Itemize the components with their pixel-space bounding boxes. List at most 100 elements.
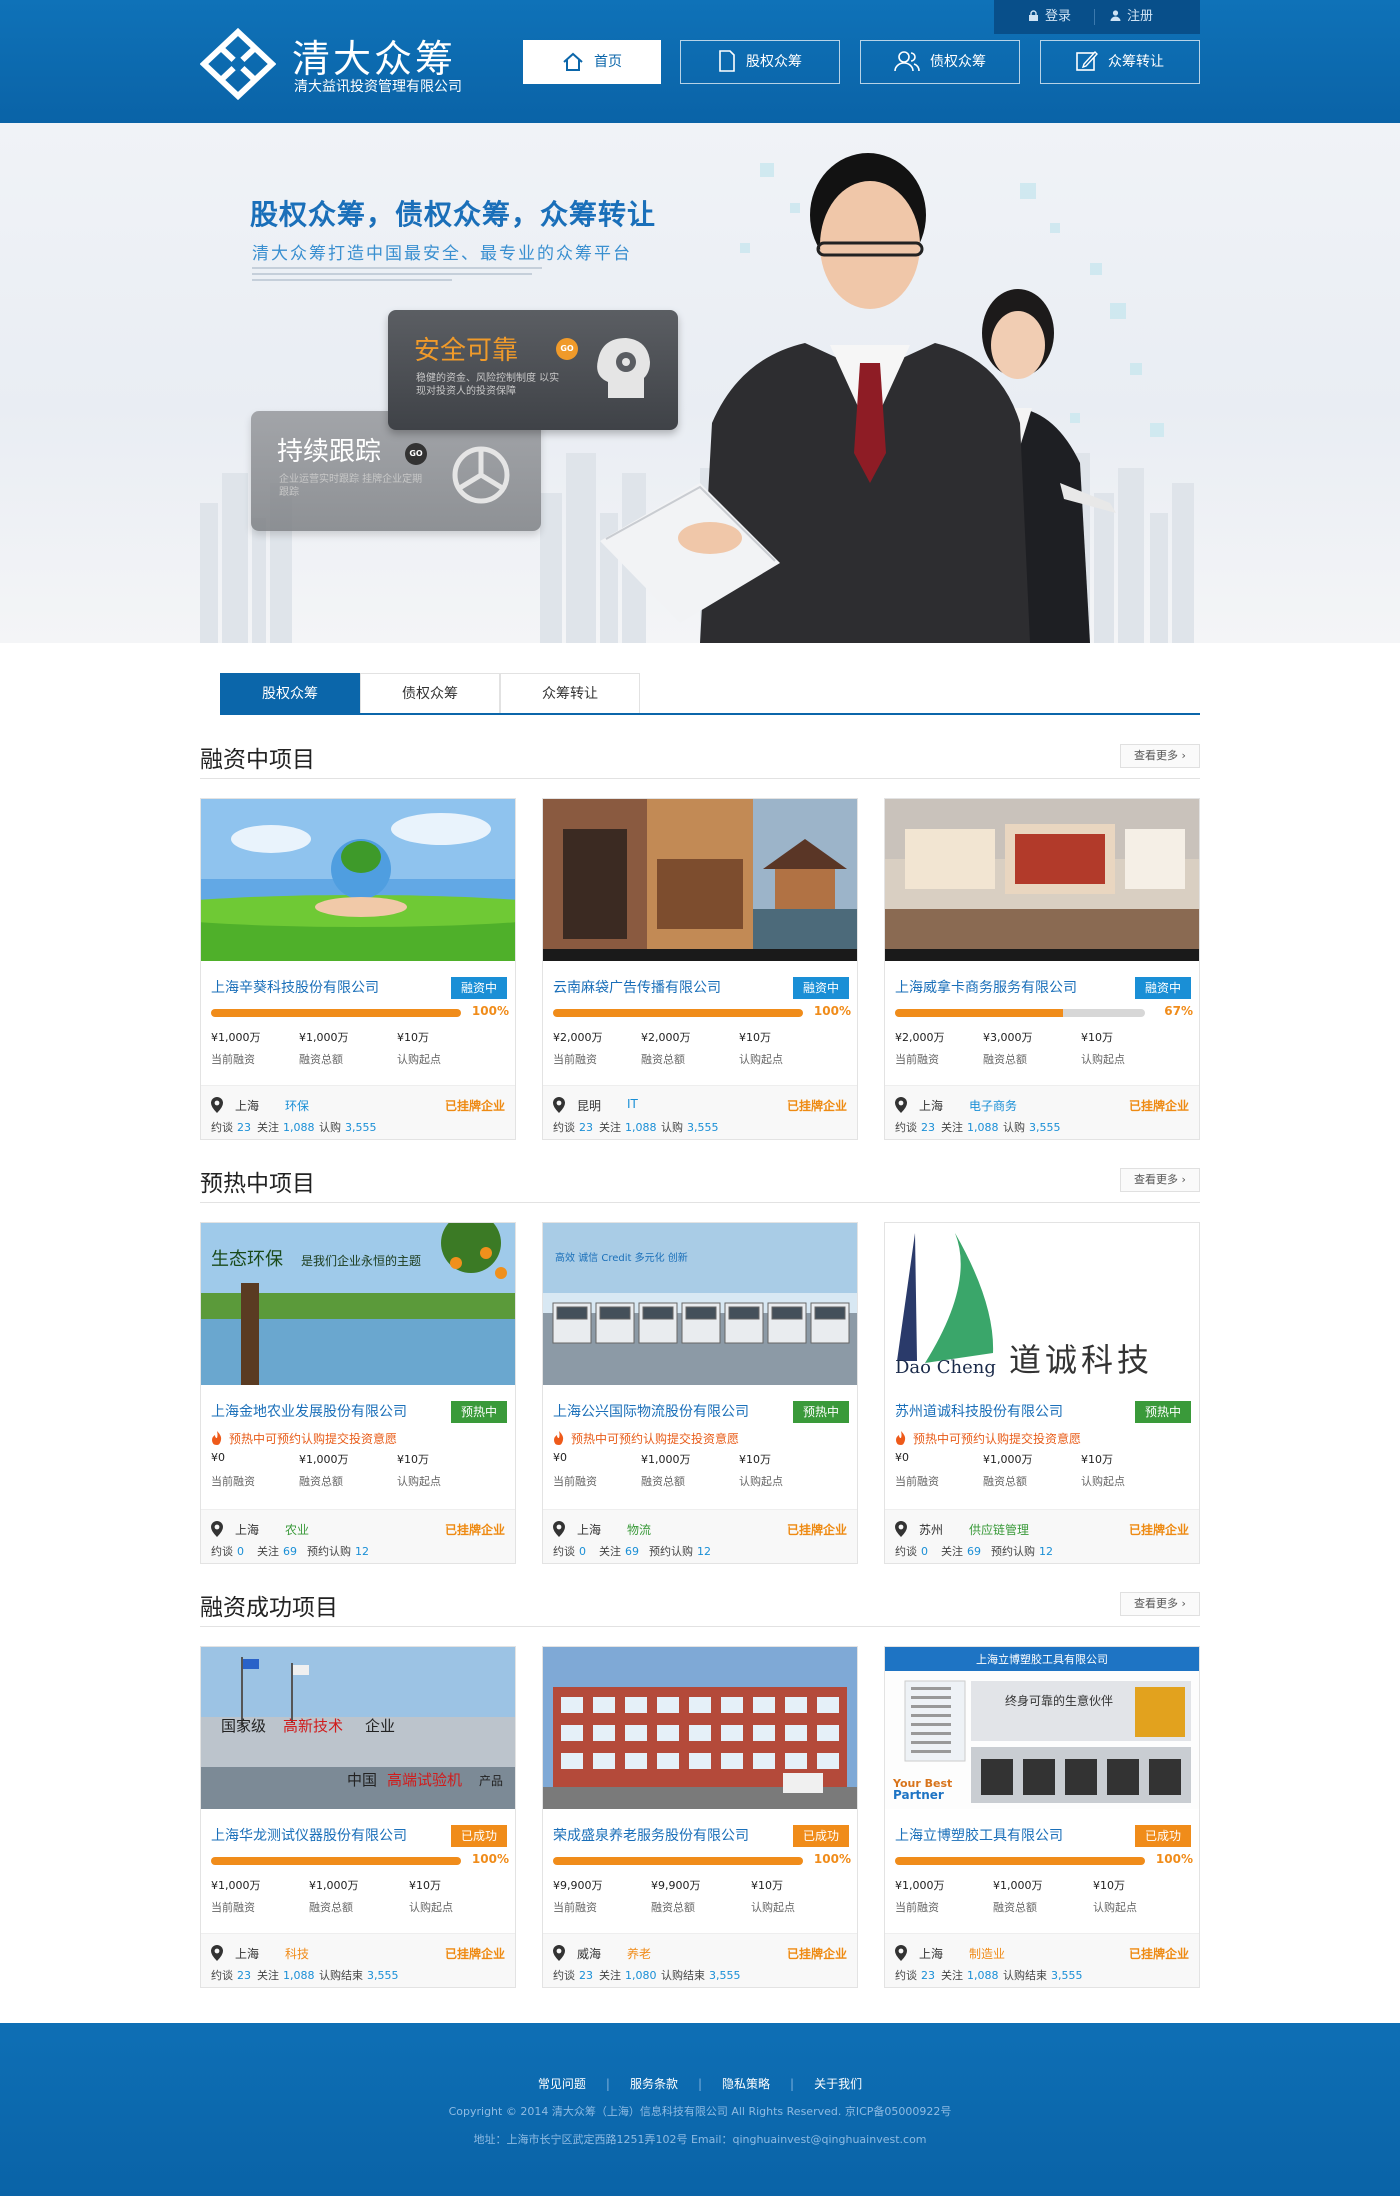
stat-value: ¥10万 <box>397 1031 429 1044</box>
project-image[interactable] <box>201 799 515 961</box>
go-button[interactable]: GO <box>556 338 578 360</box>
location-pin-icon <box>211 1097 223 1113</box>
project-footer: 上海 物流 已挂牌企业 约谈 0 关注 69 预约认购 12 <box>543 1509 857 1563</box>
listed-company-label: 已挂牌企业 <box>1128 1523 1189 1537</box>
user-icon <box>1110 10 1121 21</box>
stat-label: 当前融资 <box>211 1901 255 1914</box>
logo[interactable]: 清大众筹 清大益讯投资管理有限公司 <box>200 28 500 100</box>
login-link[interactable]: 登录 <box>1028 0 1071 34</box>
go-button[interactable]: GO <box>405 443 427 465</box>
project-industry[interactable]: 制造业 <box>969 1945 1005 1962</box>
tab-debt[interactable]: 债权众筹 <box>360 673 500 713</box>
register-link[interactable]: 注册 <box>1110 0 1153 34</box>
project-image[interactable]: Dao Cheng 道诚科技 <box>885 1223 1199 1385</box>
stat-value: ¥0 <box>553 1451 567 1464</box>
project-image-grass <box>201 799 515 961</box>
tab-transfer[interactable]: 众筹转让 <box>500 673 640 713</box>
stat-label: 当前融资 <box>553 1053 597 1066</box>
stat-value: ¥10万 <box>1081 1031 1113 1044</box>
project-image[interactable] <box>543 1647 857 1809</box>
stat-label: 认购起点 <box>1081 1053 1125 1066</box>
project-card[interactable]: 高效 诚信 Credit 多元化 创新 上海公兴国际物流股份有限公司 预热中 预热中可… <box>542 1222 858 1564</box>
engagement-count: 3,555 <box>687 1121 719 1134</box>
nav-equity[interactable]: 股权众筹 <box>680 40 840 84</box>
project-name[interactable]: 上海金地农业发展股份有限公司 <box>211 1401 431 1421</box>
stat-value: ¥1,000万 <box>993 1879 1043 1892</box>
stat-label: 当前融资 <box>553 1475 597 1488</box>
more-button-success[interactable]: 查看更多 › <box>1120 1592 1200 1616</box>
progress-percent: 100% <box>813 1004 851 1018</box>
project-industry[interactable]: 养老 <box>627 1945 651 1962</box>
engagement-label: 约谈 <box>553 1969 575 1982</box>
project-industry[interactable]: 物流 <box>627 1521 651 1538</box>
stat-value: ¥1,000万 <box>641 1453 691 1466</box>
engagement-stat: 约谈 0 <box>553 1543 586 1559</box>
project-image-building <box>543 1647 857 1809</box>
project-image[interactable]: 生态环保 是我们企业永恒的主题 <box>201 1223 515 1385</box>
footer-link-about[interactable]: 关于我们 <box>814 2075 862 2092</box>
stat-value: ¥10万 <box>1081 1453 1113 1466</box>
project-image[interactable] <box>885 799 1199 961</box>
project-image[interactable] <box>543 799 857 961</box>
project-industry[interactable]: 环保 <box>285 1097 309 1114</box>
project-industry[interactable]: IT <box>627 1097 638 1111</box>
project-image[interactable]: 上海立博塑胶工具有限公司 终身可靠的生意伙伴 Your Best Partner <box>885 1647 1199 1809</box>
tab-equity[interactable]: 股权众筹 <box>220 673 360 713</box>
engagement-count: 23 <box>921 1969 935 1982</box>
section-title-preheating: 预热中项目 <box>200 1171 315 1197</box>
more-button-preheating[interactable]: 查看更多 › <box>1120 1168 1200 1192</box>
footer-separator: | <box>697 2077 703 2091</box>
project-name[interactable]: 云南麻袋广告传播有限公司 <box>553 977 773 997</box>
project-image-trucks: 高效 诚信 Credit 多元化 创新 <box>543 1223 857 1385</box>
nav-debt[interactable]: 债权众筹 <box>860 40 1020 84</box>
stat-label: 认购起点 <box>1093 1901 1137 1914</box>
location-pin-icon <box>553 1945 565 1961</box>
more-button-financing[interactable]: 查看更多 › <box>1120 744 1200 768</box>
engagement-count: 0 <box>237 1545 244 1558</box>
engagement-label: 关注 <box>941 1121 963 1134</box>
stat-label: 当前融资 <box>895 1901 939 1914</box>
feature-card-safety[interactable]: 安全可靠 稳健的资金、风险控制制度 以实现对投资人的投资保障 GO <box>388 310 678 430</box>
project-industry[interactable]: 供应链管理 <box>969 1521 1029 1538</box>
project-name[interactable]: 上海威拿卡商务服务有限公司 <box>895 977 1115 997</box>
project-industry[interactable]: 农业 <box>285 1521 309 1538</box>
project-image[interactable]: 高效 诚信 Credit 多元化 创新 <box>543 1223 857 1385</box>
project-name[interactable]: 上海华龙测试仪器股份有限公司 <box>211 1825 431 1845</box>
project-name[interactable]: 上海立博塑胶工具有限公司 <box>895 1825 1115 1845</box>
project-name[interactable]: 苏州道诚科技股份有限公司 <box>895 1401 1115 1421</box>
flame-icon <box>554 1431 564 1445</box>
project-card[interactable]: 上海立博塑胶工具有限公司 终身可靠的生意伙伴 Your Best Partner… <box>884 1646 1200 1988</box>
engagement-label: 约谈 <box>895 1121 917 1134</box>
project-card[interactable]: 生态环保 是我们企业永恒的主题 上海金地农业发展股份有限公司 预热中 预热中可预约认购… <box>200 1222 516 1564</box>
project-image[interactable]: 国家级 高新技术 企业 中国 高端试验机 产品 <box>201 1647 515 1809</box>
project-card[interactable]: 国家级 高新技术 企业 中国 高端试验机 产品 上海华龙测试仪器股份有限公司 已成功… <box>200 1646 516 1988</box>
project-name[interactable]: 上海公兴国际物流股份有限公司 <box>553 1401 773 1421</box>
footer-link-terms[interactable]: 服务条款 <box>630 2075 678 2092</box>
project-name[interactable]: 上海辛葵科技股份有限公司 <box>211 977 431 997</box>
engagement-stat: 关注 69 <box>941 1543 981 1559</box>
nav-home[interactable]: 首页 <box>523 40 661 84</box>
location-pin-icon <box>895 1521 907 1537</box>
project-card[interactable]: Dao Cheng 道诚科技 苏州道诚科技股份有限公司 预热中 预热中可预约认购提交投… <box>884 1222 1200 1564</box>
footer-link-privacy[interactable]: 隐私策略 <box>722 2075 770 2092</box>
project-footer: 上海 环保 已挂牌企业 约谈 23 关注 1,088 认购 3,555 <box>201 1085 515 1139</box>
project-card[interactable]: 云南麻袋广告传播有限公司 融资中 100% ¥2,000万 当前融资 ¥2,000万 融资总… <box>542 798 858 1140</box>
nav-transfer[interactable]: 众筹转让 <box>1040 40 1200 84</box>
logo-subtitle: 清大益讯投资管理有限公司 <box>294 79 462 95</box>
project-footer: 上海 制造业 已挂牌企业 约谈 23 关注 1,088 认购结束 3,555 <box>885 1933 1199 1987</box>
feature-card-safety-text: 稳健的资金、风险控制制度 以实现对投资人的投资保障 <box>416 373 560 397</box>
svg-text:国家级: 国家级 <box>221 1717 266 1735</box>
progress-bar <box>553 1009 803 1017</box>
project-industry[interactable]: 电子商务 <box>969 1097 1017 1114</box>
project-card[interactable]: 上海威拿卡商务服务有限公司 融资中 67% ¥2,000万 当前融资 ¥3,000万 融资总… <box>884 798 1200 1140</box>
progress-bar <box>553 1857 803 1865</box>
users-icon <box>894 51 920 72</box>
project-card[interactable]: 荣成盛泉养老服务股份有限公司 已成功 100% ¥9,900万 当前融资 ¥9,900万融… <box>542 1646 858 1988</box>
logo-title: 清大众筹 <box>292 37 457 81</box>
project-card[interactable]: 上海辛葵科技股份有限公司 融资中 100% ¥1,000万 当前融资 ¥1,000万 融资总… <box>200 798 516 1140</box>
stat-label: 融资总额 <box>983 1053 1027 1066</box>
banner-title: 股权众筹，债权众筹，众筹转让 <box>250 198 657 231</box>
footer-link-faq[interactable]: 常见问题 <box>538 2075 586 2092</box>
project-name[interactable]: 荣成盛泉养老服务股份有限公司 <box>553 1825 773 1845</box>
project-industry[interactable]: 科技 <box>285 1945 309 1962</box>
